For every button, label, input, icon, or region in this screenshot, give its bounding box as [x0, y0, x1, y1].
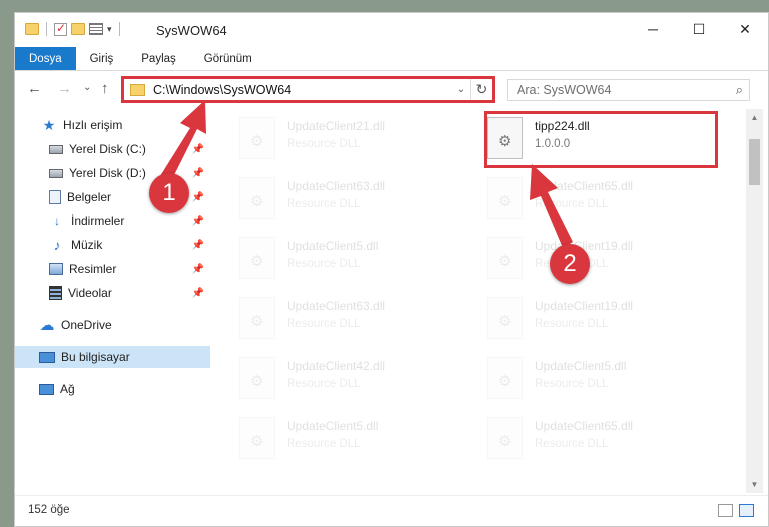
step-2-badge: 2: [550, 244, 590, 284]
annotation-arrows: [160, 100, 573, 248]
arrow-1: [160, 100, 206, 183]
arrow-2: [530, 164, 573, 248]
step-1-badge: 1: [149, 173, 189, 213]
